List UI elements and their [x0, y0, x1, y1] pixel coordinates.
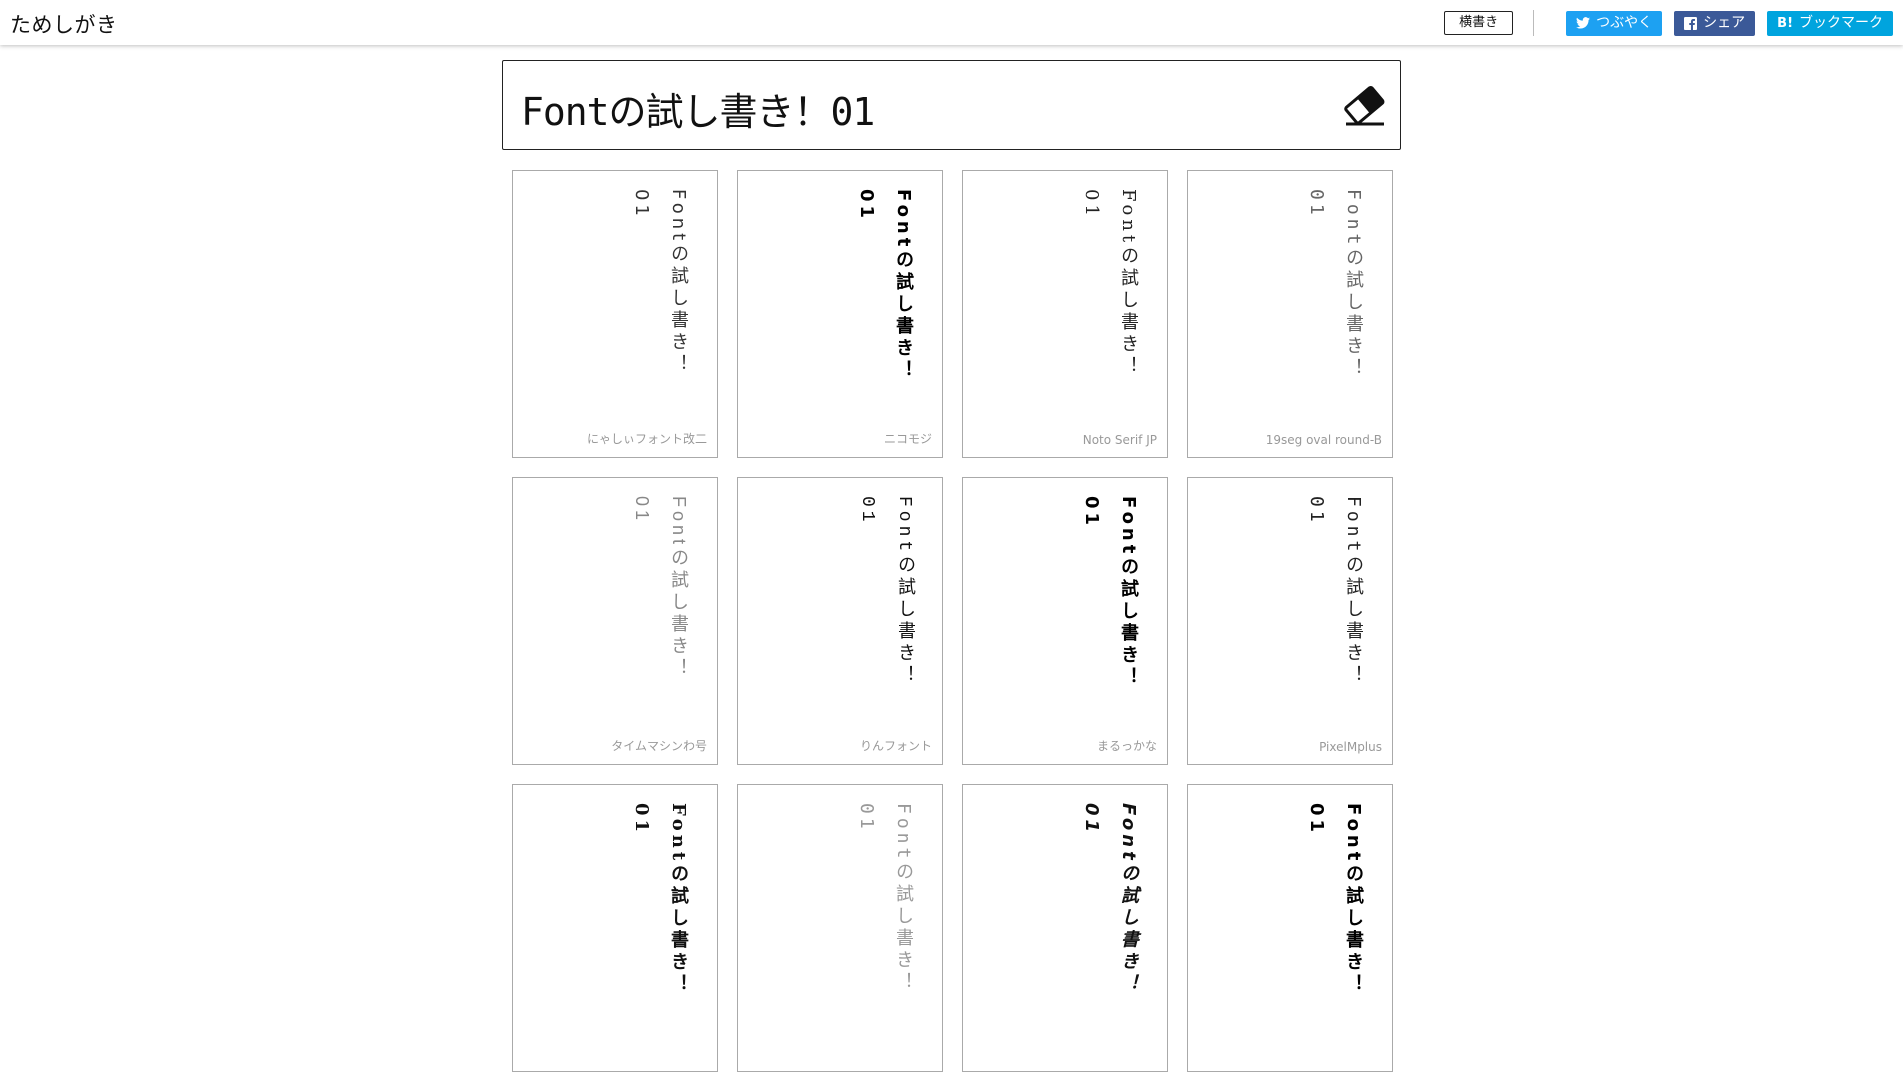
site-logo[interactable]: ためしがき — [10, 9, 118, 39]
font-preview-text: Fontの試し書き！01 — [856, 803, 914, 995]
font-name-label: まるっかな — [1096, 739, 1157, 753]
font-preview-text: Fontの試し書き！01 — [632, 496, 689, 681]
font-name-label: りんフォント — [859, 739, 932, 753]
sample-text-value[interactable]: Fontの試し書き！01 — [521, 81, 875, 136]
header-divider — [1533, 10, 1535, 36]
font-card[interactable]: Fontの試し書き！01 ニコモジ — [737, 170, 943, 458]
font-card[interactable]: Fontの試し書き！01 19seg oval round-B — [1187, 170, 1393, 458]
facebook-share-label: シェア — [1703, 14, 1746, 31]
font-preview-text: Fontの試し書き！01 — [1081, 189, 1139, 379]
font-preview-text: Fontの試し書き！01 — [1306, 803, 1364, 997]
font-name-label: にゃしぃフォント改二 — [586, 432, 707, 446]
font-card[interactable]: Fontの試し書き！01 — [512, 784, 718, 1072]
tweet-label: つぶやく — [1596, 14, 1653, 31]
font-preview-text: Fontの試し書き！01 — [857, 496, 914, 688]
app-header: ためしがき 横書き つぶやく シェア B! ブックマーク — [0, 0, 1903, 45]
twitter-icon — [1576, 17, 1591, 29]
font-card[interactable]: Fontの試し書き！01 タイムマシンわ号 — [512, 477, 718, 765]
font-preview-text: Fontの試し書き！01 — [1306, 189, 1364, 381]
eraser-icon[interactable] — [1340, 81, 1390, 131]
font-name-label: PixelMplus — [1319, 740, 1382, 754]
font-preview-text: Fontの試し書き！01 — [856, 189, 914, 383]
font-card[interactable]: Fontの試し書き！01 — [1187, 784, 1393, 1072]
font-card[interactable]: Fontの試し書き！01 りんフォント — [737, 477, 943, 765]
font-name-label: Noto Serif JP — [1082, 433, 1157, 447]
hatena-icon: B! — [1777, 15, 1793, 31]
facebook-icon — [1684, 16, 1698, 30]
font-name-label: 19seg oval round-B — [1265, 433, 1382, 447]
horizontal-mode-button[interactable]: 横書き — [1444, 11, 1514, 35]
font-preview-text: Fontの試し書き！01 — [631, 189, 689, 377]
hatena-bookmark-label: ブックマーク — [1799, 14, 1883, 31]
font-name-label: タイムマシンわ号 — [611, 739, 707, 753]
font-card[interactable]: Fontの試し書き！01 まるっかな — [962, 477, 1168, 765]
font-preview-text: Fontの試し書き！01 — [1306, 496, 1364, 688]
font-card[interactable]: Fontの試し書き！01 — [737, 784, 943, 1072]
hatena-bookmark-button[interactable]: B! ブックマーク — [1767, 10, 1893, 36]
font-card[interactable]: Fontの試し書き！01 にゃしぃフォント改二 — [512, 170, 718, 458]
font-preview-text: Fontの試し書き！01 — [1081, 496, 1139, 690]
font-preview-text: Fontの試し書き！01 — [1081, 803, 1139, 996]
font-preview-text: Fontの試し書き！01 — [631, 803, 689, 997]
sample-text-input[interactable]: Fontの試し書き！01 — [502, 60, 1401, 150]
font-card[interactable]: Fontの試し書き！01 — [962, 784, 1168, 1072]
header-actions: 横書き つぶやく シェア B! ブックマーク — [1444, 10, 1893, 36]
font-name-label: ニコモジ — [883, 432, 932, 446]
font-card[interactable]: Fontの試し書き！01 PixelMplus — [1187, 477, 1393, 765]
facebook-share-button[interactable]: シェア — [1674, 10, 1756, 36]
font-preview-grid: Fontの試し書き！01 にゃしぃフォント改二 Fontの試し書き！01 ニコモジ Fo… — [512, 170, 1393, 1072]
font-card[interactable]: Fontの試し書き！01 Noto Serif JP — [962, 170, 1168, 458]
tweet-button[interactable]: つぶやく — [1566, 10, 1663, 36]
